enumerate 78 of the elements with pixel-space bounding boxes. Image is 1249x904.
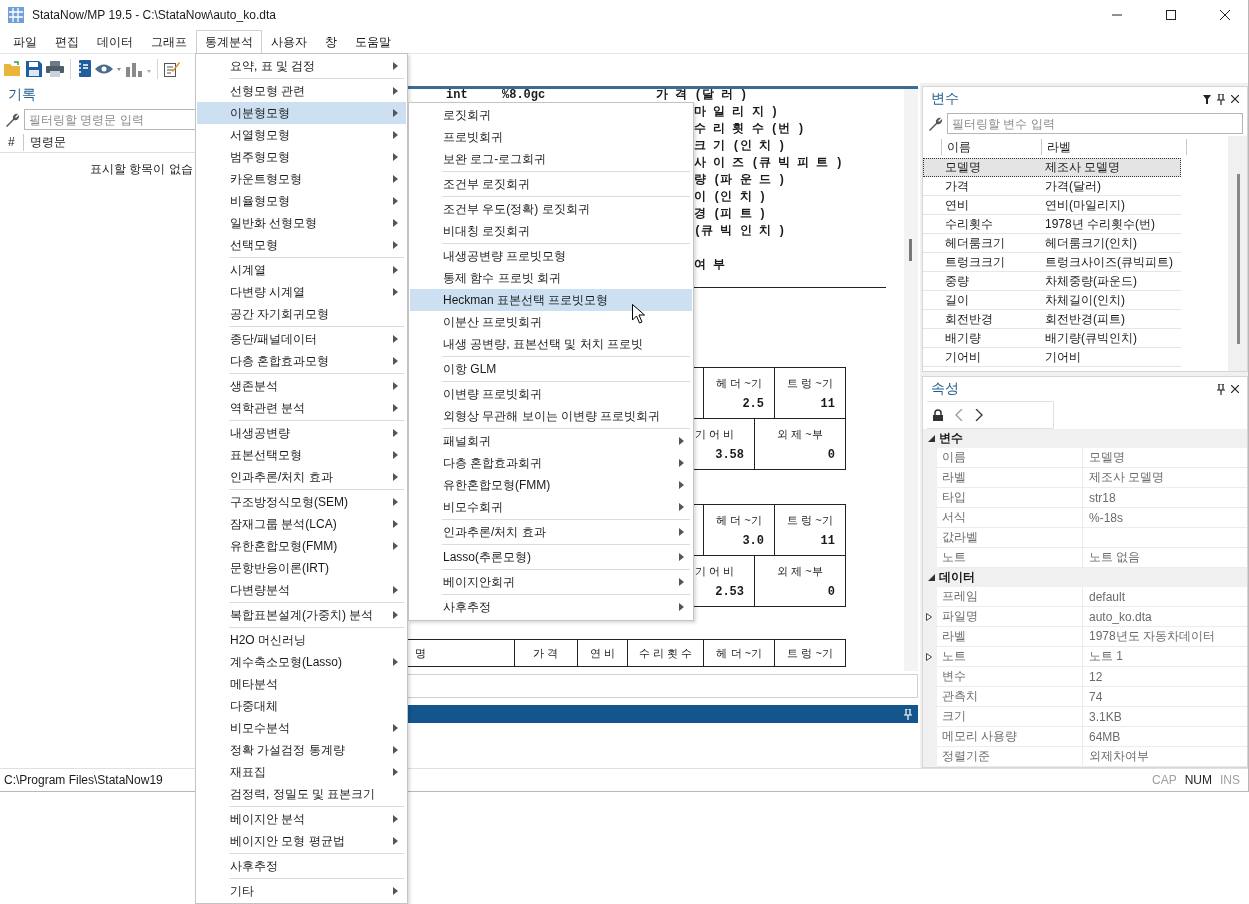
table-cell-text: 0 [827, 584, 836, 599]
table-cell-text: 11 [820, 396, 836, 411]
property-name: 프레임 [942, 588, 978, 605]
panel-title: 변수 [931, 90, 959, 108]
property-name: 값라벨 [942, 529, 978, 546]
status-indicator: CAP [1151, 773, 1177, 787]
property-group-header: 데이터 [939, 569, 975, 586]
property-group-header: 변수 [939, 430, 963, 447]
property-value: %-18s [1088, 510, 1123, 525]
variable-label-text: 량 (파 운 드 ) [694, 172, 786, 188]
variable-label-text: 수 리 횟 수 (번 ) [694, 121, 805, 137]
table-header-cell: 가 격 [533, 645, 559, 661]
table-cell-text: 11 [820, 533, 836, 548]
column-header: # [7, 135, 16, 149]
panel-title: 속성 [931, 380, 959, 398]
property-value: auto_ko.dta [1088, 609, 1152, 624]
property-name: 이름 [942, 449, 966, 466]
table-header-cell: 헤 더 ~기 [716, 645, 763, 661]
property-value: 12 [1088, 669, 1103, 684]
property-name: 노트 [942, 648, 966, 665]
storage-type-text: int [446, 89, 469, 102]
property-value: 외제차여부 [1088, 748, 1149, 765]
property-name: 크기 [942, 708, 966, 725]
window-title: StataNow/MP 19.5 - C:\StataNow\auto_ko.dta [32, 8, 277, 22]
variable-label-text: 여 부 [694, 257, 726, 273]
property-value: 1978년도 자동차데이터 [1088, 628, 1216, 645]
variable-label-text: 이 (인 치 ) [694, 189, 766, 205]
table-header-cell: 헤 더 ~기 [716, 512, 762, 528]
table-header-cell: 트 렁 ~기 [787, 375, 833, 391]
property-name: 변수 [942, 668, 966, 685]
property-name: 라벨 [942, 469, 966, 486]
property-name: 정렬기준 [942, 748, 990, 765]
table-cell-text: 2.5 [742, 396, 765, 411]
property-name: 라벨 [942, 628, 966, 645]
property-value: 모델명 [1088, 449, 1125, 466]
table-header-cell: 헤 더 ~기 [716, 375, 762, 391]
variable-label-text: 경 (피 트 ) [694, 206, 766, 222]
status-indicator: INS [1220, 773, 1240, 787]
table-cell-text: 3.0 [742, 533, 765, 548]
variable-label-text: 사 이 즈 (큐 빅 피 트 ) [694, 155, 843, 171]
property-name: 관측치 [942, 688, 978, 705]
table-cell-text: 0 [827, 447, 836, 462]
column-header: 이름 [941, 139, 1041, 155]
table-header-cell: 외 제 ~부 [777, 426, 823, 442]
table-cell-text: 3.58 [715, 447, 745, 462]
variable-label-text: 마 일 리 지 ) [694, 104, 778, 120]
property-name: 노트 [942, 549, 966, 566]
property-name: 메모리 사용량 [942, 728, 1018, 745]
variable-label-text: 가 격 (달 러 ) [656, 89, 748, 103]
table-header-cell: 기 어 비 [694, 426, 735, 442]
table-cell-text: 2.53 [715, 584, 745, 599]
column-header: 라벨 [1041, 139, 1187, 155]
status-indicator: NUM [1184, 773, 1212, 787]
variable-label-text: 크 기 (인 치 ) [694, 138, 786, 154]
panel-title: 기록 [8, 86, 36, 104]
empty-message: 표시할 항목이 없습 [90, 162, 193, 176]
status-path: C:\Program Files\StataNow19 [4, 773, 163, 787]
property-value: 제조사 모델명 [1088, 469, 1165, 486]
property-name: 서식 [942, 509, 966, 526]
property-name: 타입 [942, 489, 966, 506]
table-header-cell: 외 제 ~부 [777, 563, 823, 579]
table-header-cell: 수 리 횟 수 [638, 645, 692, 661]
format-text: %8.0gc [502, 89, 547, 102]
property-value: 노트 1 [1088, 648, 1123, 665]
table-header-cell: 트 렁 ~기 [787, 645, 833, 661]
property-value: 3.1KB [1088, 709, 1122, 724]
table-header-cell: 명 [415, 645, 426, 661]
property-value: 노트 없음 [1088, 549, 1141, 566]
property-value: 64MB [1088, 729, 1121, 744]
table-header-cell: 연 비 [589, 645, 615, 661]
property-name: 파일명 [942, 608, 978, 625]
table-header-cell: 기 어 비 [694, 563, 735, 579]
property-value: default [1088, 589, 1126, 604]
property-value: str18 [1088, 490, 1116, 505]
property-value: 74 [1088, 689, 1103, 704]
table-header-cell: 트 렁 ~기 [787, 512, 833, 528]
variable-label-text: (큐 빅 인 치 ) [694, 223, 786, 239]
column-header: 명령문 [22, 133, 74, 151]
